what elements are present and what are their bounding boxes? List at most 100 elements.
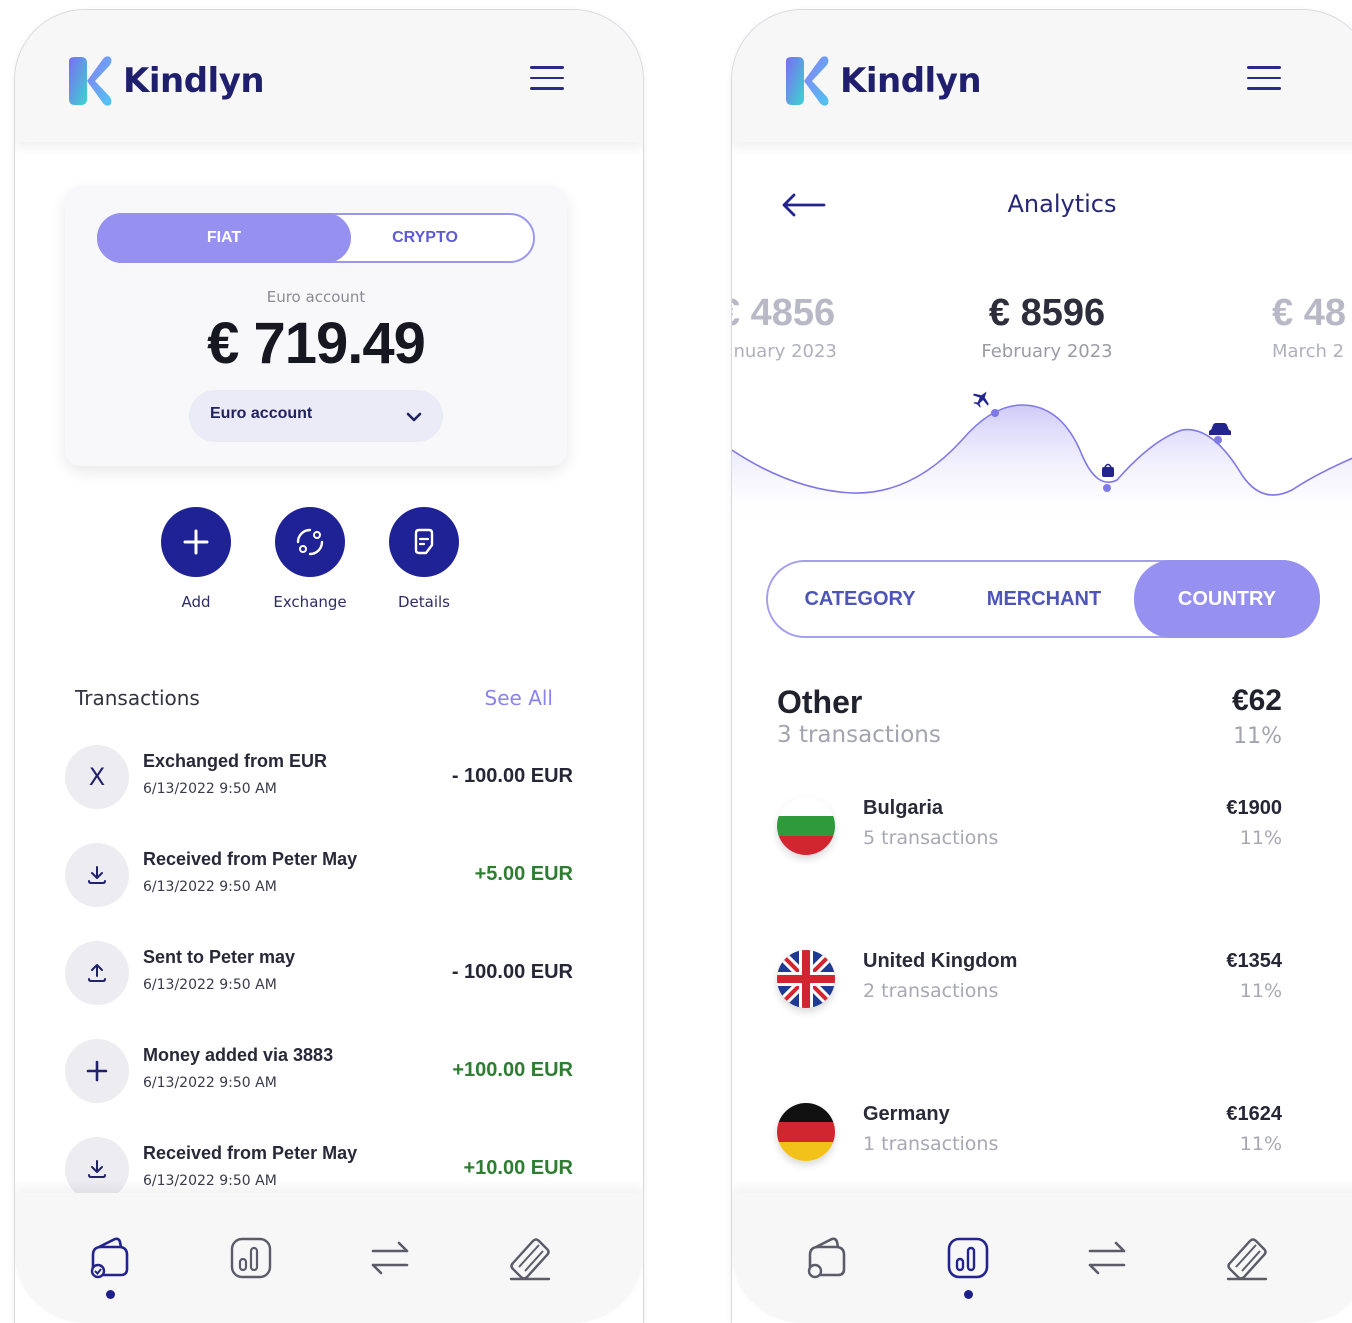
country-row-bulgaria[interactable]: Bulgaria 5 transactions €1900 11% <box>777 797 1282 867</box>
chevron-down-icon <box>406 412 422 422</box>
kindlyn-logo-icon <box>69 56 112 106</box>
balance-card: FIAT CRYPTO Euro account € 719.49 Euro a… <box>65 186 567 466</box>
country-row-uk[interactable]: United Kingdom 2 transactions €1354 11% <box>777 950 1282 1020</box>
app-header: Kindlyn <box>15 10 643 142</box>
transaction-amount: - 100.00 EUR <box>451 961 573 983</box>
document-icon <box>414 528 434 555</box>
transaction-date: 6/13/2022 9:50 AM <box>143 1173 277 1189</box>
bottom-nav <box>15 1193 643 1323</box>
account-select[interactable]: Euro account <box>189 390 443 442</box>
exchange-button[interactable]: Exchange <box>260 507 360 611</box>
transfer-icon[interactable] <box>1082 1233 1132 1283</box>
month-value: € 48 <box>1272 292 1346 334</box>
transaction-row[interactable]: X Exchanged from EUR 6/13/2022 9:50 AM -… <box>65 745 573 843</box>
month-previous[interactable]: € 4856 January 2023 <box>732 292 882 362</box>
see-all-link[interactable]: See All <box>485 686 553 710</box>
chart-point[interactable] <box>1214 436 1222 444</box>
country-count: 5 transactions <box>863 827 999 849</box>
country-amount: €1354 <box>1226 950 1282 972</box>
transaction-title: Sent to Peter may <box>143 947 296 967</box>
segment-country[interactable]: COUNTRY <box>1134 560 1320 638</box>
transaction-list: X Exchanged from EUR 6/13/2022 9:50 AM -… <box>65 745 573 1235</box>
app-logo[interactable]: Kindlyn <box>65 55 265 107</box>
app-name: Kindlyn <box>840 61 982 101</box>
country-count: 2 transactions <box>863 980 999 1002</box>
hamburger-menu-icon[interactable] <box>530 66 564 92</box>
country-name: United Kingdom <box>863 950 1018 972</box>
transaction-amount: +100.00 EUR <box>452 1059 573 1081</box>
spending-curve-chart <box>732 391 1352 530</box>
app-logo[interactable]: Kindlyn <box>782 55 982 107</box>
transaction-amount: +10.00 EUR <box>463 1157 573 1179</box>
plus-icon <box>183 529 209 555</box>
active-nav-indicator <box>106 1290 115 1299</box>
hamburger-menu-icon[interactable] <box>1247 66 1281 92</box>
analytics-screen: Kindlyn Analytics € 4856 January 2023 € … <box>732 10 1352 1323</box>
analytics-icon[interactable] <box>226 1233 276 1283</box>
plus-icon <box>65 1039 129 1103</box>
country-amount: €1624 <box>1226 1103 1282 1125</box>
account-label: Euro account <box>266 288 366 306</box>
segment-category[interactable]: CATEGORY <box>768 562 952 636</box>
transaction-row[interactable]: Money added via 3883 6/13/2022 9:50 AM +… <box>65 1039 573 1137</box>
transaction-row[interactable]: Received from Peter May 6/13/2022 9:50 A… <box>65 843 573 941</box>
transactions-heading: Transactions <box>75 686 200 710</box>
tab-crypto[interactable]: CRYPTO <box>315 213 535 263</box>
country-percent: 11% <box>1239 980 1282 1002</box>
transaction-amount: +5.00 EUR <box>474 863 573 885</box>
wallet-icon[interactable] <box>802 1233 852 1283</box>
details-label: Details <box>397 593 450 611</box>
transaction-title: Money added via 3883 <box>143 1045 334 1065</box>
car-icon <box>1209 423 1231 435</box>
tab-fiat[interactable]: FIAT <box>97 213 351 263</box>
page-title: Analytics <box>1007 190 1117 218</box>
x-icon: X <box>65 745 129 809</box>
download-icon <box>65 1137 129 1201</box>
transaction-title: Exchanged from EUR <box>143 751 328 771</box>
other-title: Other <box>777 684 863 720</box>
chart-point[interactable] <box>991 409 999 417</box>
kindlyn-logo-icon <box>786 56 829 106</box>
app-name: Kindlyn <box>123 61 265 101</box>
month-label: February 2023 <box>981 341 1113 362</box>
card-icon[interactable] <box>1222 1233 1272 1283</box>
month-current[interactable]: € 8596 February 2023 <box>942 292 1152 362</box>
card-icon[interactable] <box>505 1233 555 1283</box>
bulgaria-flag-icon <box>777 797 835 855</box>
transaction-date: 6/13/2022 9:50 AM <box>143 781 277 797</box>
other-count: 3 transactions <box>777 722 941 748</box>
country-name: Bulgaria <box>863 797 944 819</box>
month-next[interactable]: € 48 March 2 <box>1272 292 1352 362</box>
country-amount: €1900 <box>1226 797 1282 819</box>
exchange-icon <box>296 528 324 556</box>
transaction-date: 6/13/2022 9:50 AM <box>143 879 277 895</box>
active-nav-indicator <box>964 1290 973 1299</box>
transaction-row[interactable]: Sent to Peter may 6/13/2022 9:50 AM - 10… <box>65 941 573 1039</box>
month-label: March 2 <box>1272 341 1345 362</box>
chart-point[interactable] <box>1103 484 1111 492</box>
segment-merchant[interactable]: MERCHANT <box>952 562 1136 636</box>
balance-amount: € 719.49 <box>207 311 426 376</box>
transaction-title: Received from Peter May <box>143 1143 358 1163</box>
germany-flag-icon <box>777 1103 835 1161</box>
account-select-value: Euro account <box>210 405 313 422</box>
breakdown-segmented-control: CATEGORY MERCHANT COUNTRY <box>766 560 1320 638</box>
upload-icon <box>65 941 129 1005</box>
transfer-icon[interactable] <box>365 1233 415 1283</box>
country-count: 1 transactions <box>863 1133 999 1155</box>
transaction-date: 6/13/2022 9:50 AM <box>143 1075 277 1091</box>
country-row-germany[interactable]: Germany 1 transactions €1624 11% <box>777 1103 1282 1173</box>
analytics-icon[interactable] <box>943 1233 993 1283</box>
other-amount: €62 <box>1231 684 1282 717</box>
airplane-icon <box>972 391 989 408</box>
details-button[interactable]: Details <box>374 507 474 611</box>
country-percent: 11% <box>1239 1133 1282 1155</box>
fiat-crypto-toggle: FIAT CRYPTO <box>97 213 535 263</box>
month-value: € 4856 <box>732 292 836 334</box>
add-button[interactable]: Add <box>146 507 246 611</box>
bottom-nav <box>732 1193 1352 1323</box>
wallet-icon[interactable] <box>85 1233 135 1283</box>
exchange-label: Exchange <box>273 593 347 611</box>
transaction-date: 6/13/2022 9:50 AM <box>143 977 277 993</box>
uk-flag-icon <box>777 950 835 1008</box>
